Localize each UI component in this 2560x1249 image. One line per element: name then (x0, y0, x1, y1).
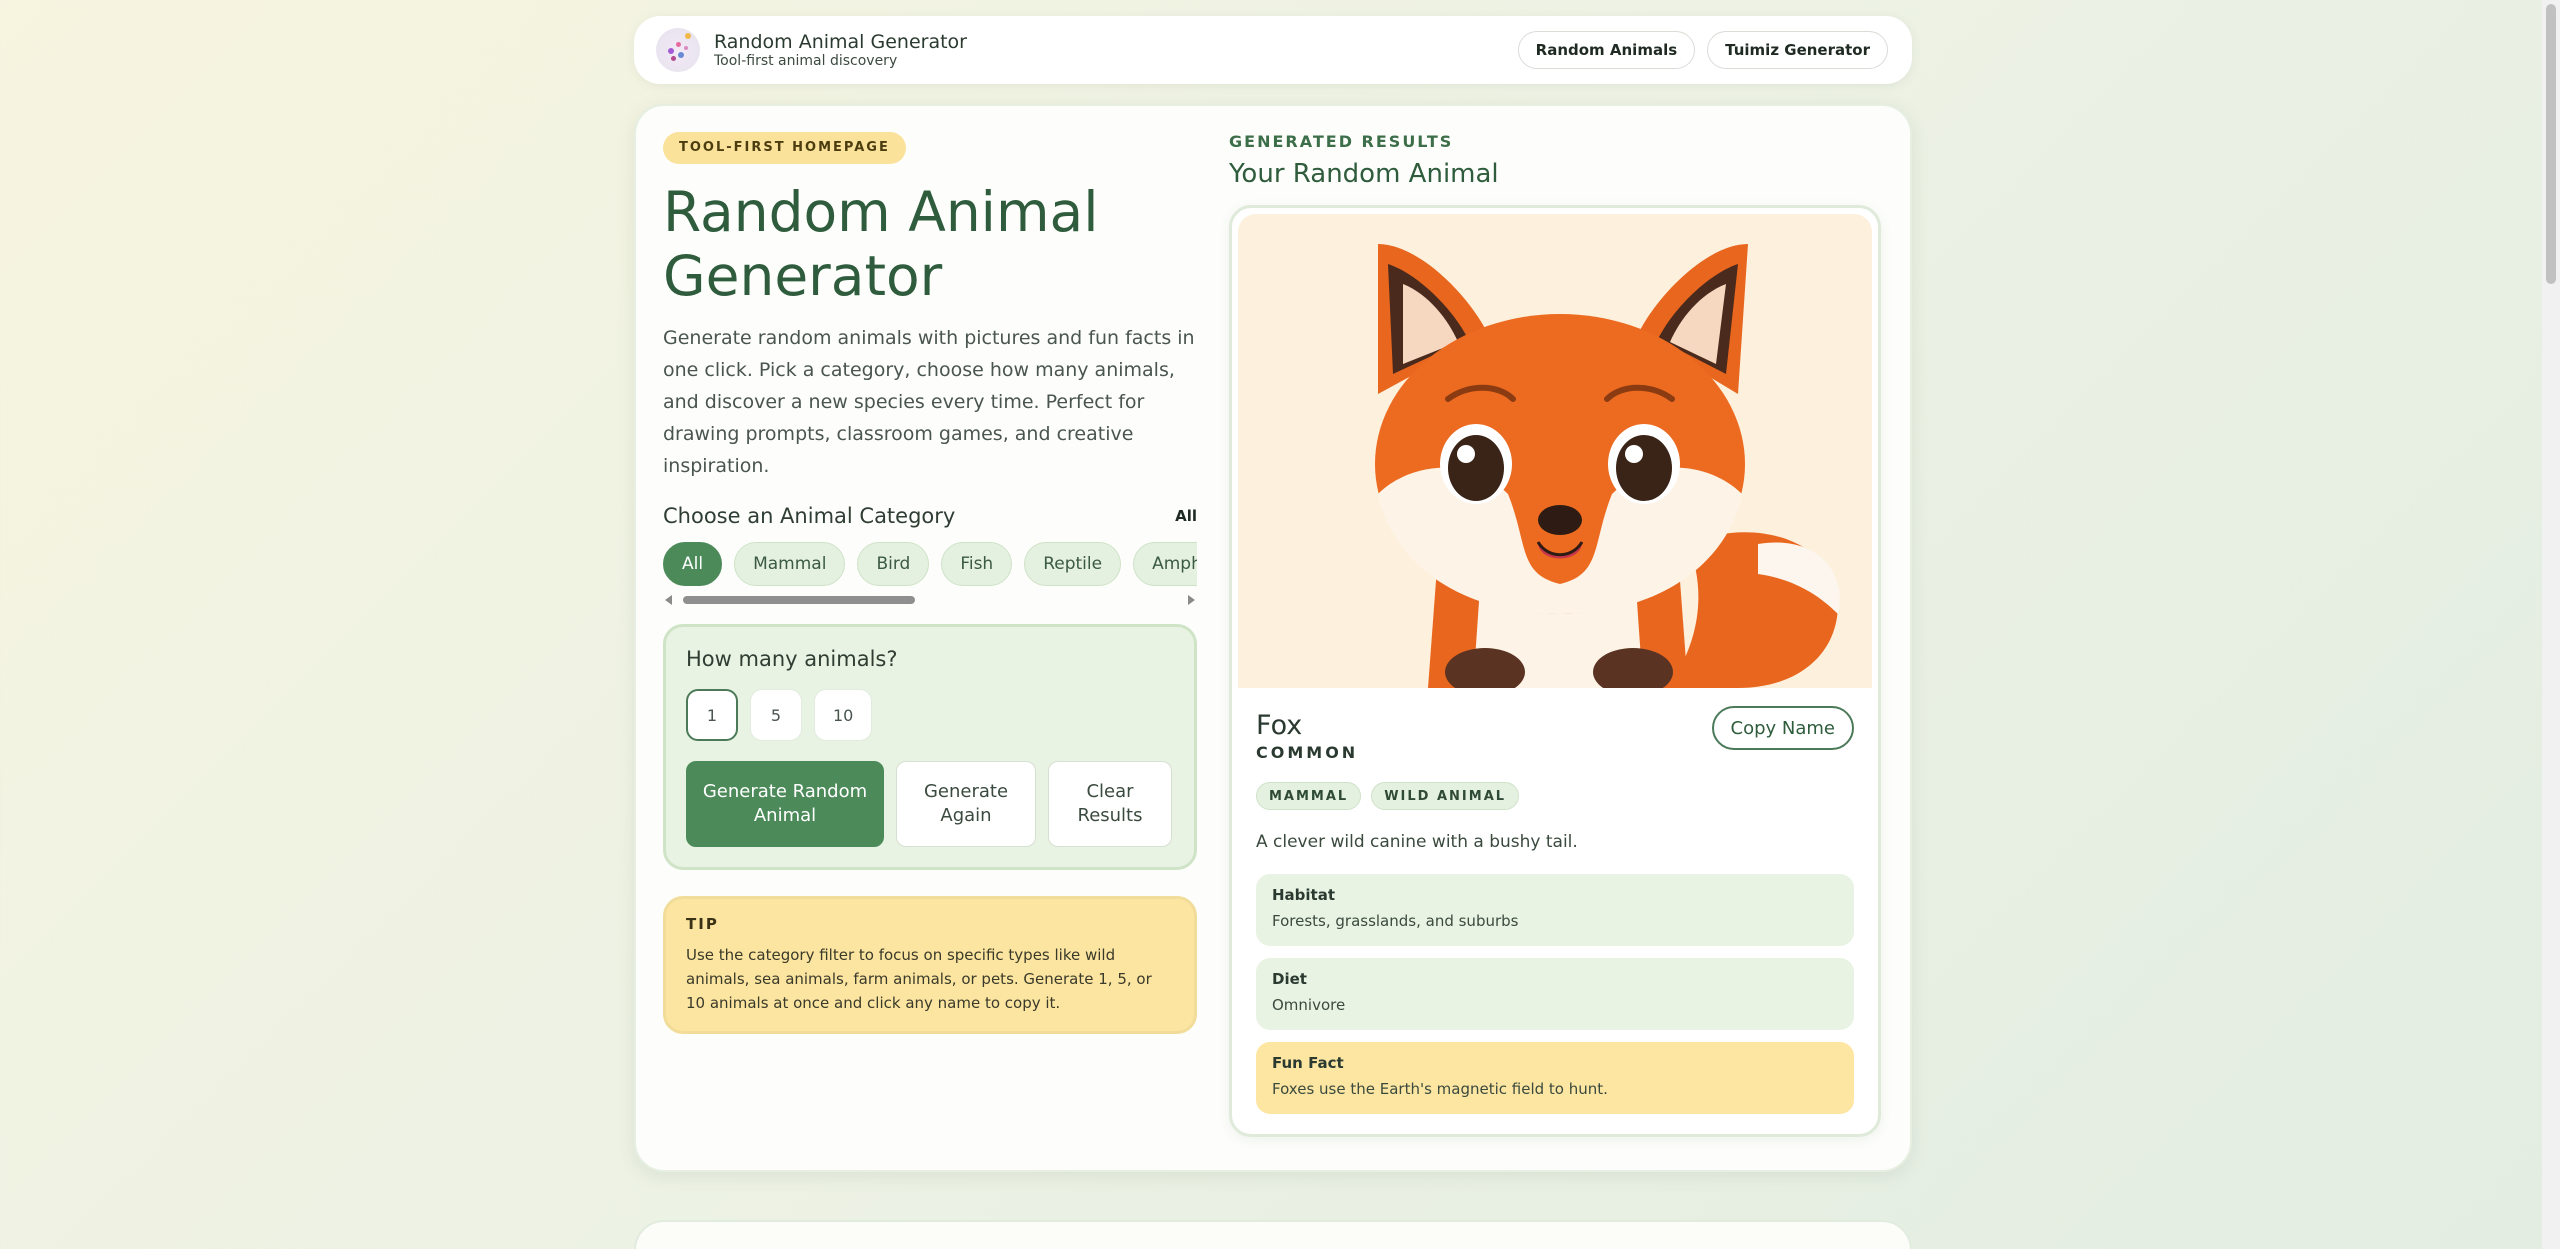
category-chips: All Mammal Bird Fish Reptile Amphibian (663, 542, 1197, 586)
generate-again-button[interactable]: Generate Again (896, 761, 1036, 847)
page-scrollbar[interactable] (2542, 0, 2560, 1249)
fact-fun-fact: Fun Fact Foxes use the Earth's magnetic … (1256, 1042, 1854, 1114)
tag-mammal: MAMMAL (1256, 782, 1362, 810)
nav-random-animals[interactable]: Random Animals (1517, 31, 1696, 69)
tip-label: TIP (686, 915, 719, 933)
fact-value: Forests, grasslands, and suburbs (1272, 912, 1519, 930)
fox-illustration (1375, 244, 1840, 688)
chip-all[interactable]: All (663, 542, 723, 586)
header-nav: Random Animals Tuimiz Generator (1517, 31, 1888, 69)
category-selected-label: All (1175, 507, 1197, 525)
action-buttons: Generate Random Animal Generate Again Cl… (686, 761, 1174, 847)
brand-subtitle: Tool-first animal discovery (714, 53, 898, 69)
animal-image (1238, 214, 1872, 688)
nav-tuimiz-generator[interactable]: Tuimiz Generator (1707, 31, 1888, 69)
tip-panel: TIP Use the category filter to focus on … (663, 896, 1197, 1034)
results-title: Your Random Animal (1229, 159, 1499, 189)
chip-amphibian[interactable]: Amphibian (1133, 542, 1197, 586)
logo-icon[interactable] (656, 28, 700, 72)
tag-wild-animal: WILD ANIMAL (1371, 782, 1520, 810)
clear-results-button[interactable]: Clear Results (1048, 761, 1172, 847)
count-options: 1 5 10 (686, 689, 1174, 741)
fact-label: Habitat (1272, 886, 1336, 904)
tool-badge: TOOL-FIRST HOMEPAGE (663, 132, 906, 164)
category-scrollbar[interactable] (663, 592, 1197, 606)
copy-name-button[interactable]: Copy Name (1711, 706, 1854, 750)
tip-text: Use the category filter to focus on spec… (686, 946, 1152, 1012)
chip-mammal[interactable]: Mammal (734, 542, 846, 586)
scroll-right-arrow-icon[interactable] (1188, 595, 1195, 605)
page-scroll-thumb[interactable] (2546, 4, 2556, 284)
results-eyebrow: GENERATED RESULTS (1229, 132, 1454, 151)
site-header: Random Animal Generator Tool-first anima… (634, 16, 1912, 84)
fact-habitat: Habitat Forests, grasslands, and suburbs (1256, 874, 1854, 946)
results-panel: GENERATED RESULTS Your Random Animal Fox… (1229, 132, 1881, 1137)
brand[interactable]: Random Animal Generator Tool-first anima… (714, 31, 967, 69)
count-option-1[interactable]: 1 (686, 689, 738, 741)
fact-label: Fun Fact (1272, 1054, 1344, 1072)
category-title: Choose an Animal Category (663, 504, 956, 528)
animal-tags: MAMMAL WILD ANIMAL (1256, 782, 1854, 810)
fact-diet: Diet Omnivore (1256, 958, 1854, 1030)
chip-bird[interactable]: Bird (857, 542, 930, 586)
animal-details: Fox COMMON Copy Name MAMMAL WILD ANIMAL … (1256, 706, 1854, 1114)
next-section-card (634, 1220, 1912, 1249)
scroll-thumb[interactable] (683, 596, 915, 604)
generate-button[interactable]: Generate Random Animal (686, 761, 884, 847)
count-panel: How many animals? 1 5 10 Generate Random… (663, 624, 1197, 870)
page-title: Random Animal Generator (663, 180, 1099, 308)
fact-value: Omnivore (1272, 996, 1346, 1014)
chip-fish[interactable]: Fish (941, 542, 1013, 586)
scroll-left-arrow-icon[interactable] (665, 595, 672, 605)
fact-value: Foxes use the Earth's magnetic field to … (1272, 1080, 1608, 1098)
animal-card: Fox COMMON Copy Name MAMMAL WILD ANIMAL … (1229, 205, 1881, 1137)
category-header: Choose an Animal Category All (663, 504, 1197, 528)
count-option-5[interactable]: 5 (750, 689, 802, 741)
animal-description: A clever wild canine with a bushy tail. (1256, 832, 1578, 852)
brand-title: Random Animal Generator (714, 31, 967, 53)
fact-label: Diet (1272, 970, 1307, 988)
hero-description: Generate random animals with pictures an… (663, 327, 1195, 477)
count-option-10[interactable]: 10 (814, 689, 873, 741)
generator-panel: TOOL-FIRST HOMEPAGE Random Animal Genera… (663, 132, 1197, 1034)
count-title: How many animals? (686, 647, 898, 671)
chip-reptile[interactable]: Reptile (1024, 542, 1122, 586)
facts-list: Habitat Forests, grasslands, and suburbs… (1256, 874, 1854, 1114)
